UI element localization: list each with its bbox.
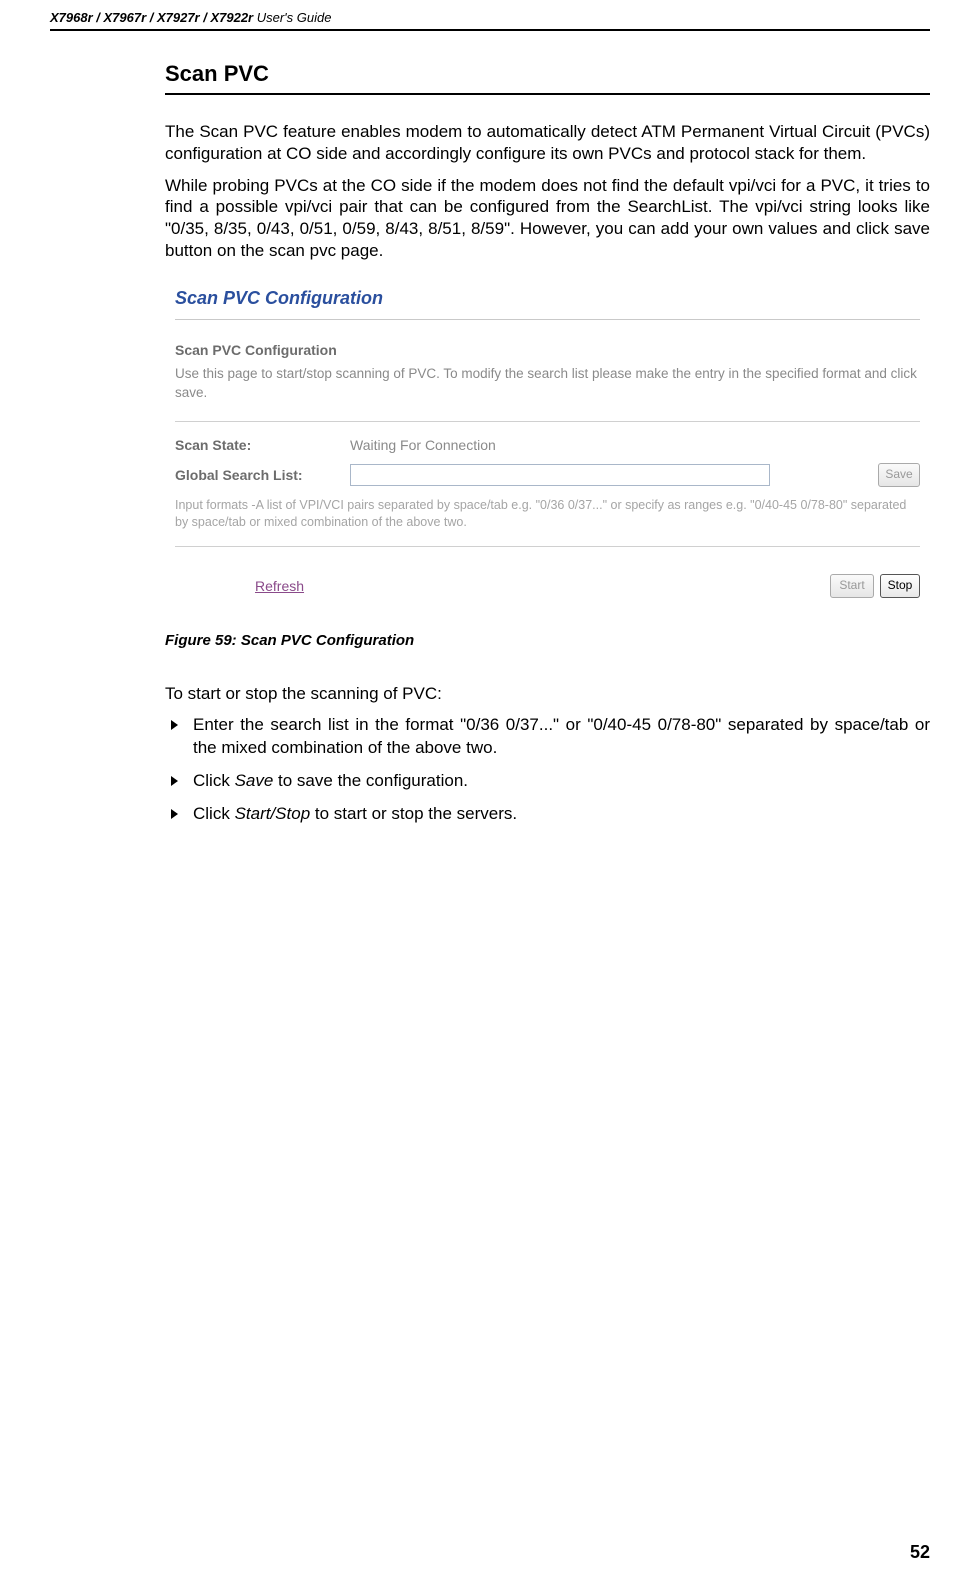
- list-item: Click Save to save the configuration.: [193, 770, 930, 793]
- header-models: X7968r / X7967r / X7927r / X7922r: [50, 10, 253, 25]
- divider: [175, 421, 920, 423]
- search-list-input[interactable]: [350, 464, 770, 486]
- list-item: Enter the search list in the format "0/3…: [193, 714, 930, 760]
- scan-state-row: Scan State: Waiting For Connection: [175, 437, 920, 453]
- save-button[interactable]: Save: [878, 463, 920, 487]
- bullet-em: Start/Stop: [235, 804, 311, 823]
- panel-description: Use this page to start/stop scanning of …: [175, 364, 920, 403]
- bullet-pre: Click: [193, 771, 235, 790]
- search-list-row: Global Search List: Save: [175, 463, 920, 487]
- bullet-em: Save: [235, 771, 274, 790]
- config-screenshot: Scan PVC Configuration Scan PVC Configur…: [165, 276, 930, 608]
- page-number: 52: [910, 1542, 930, 1563]
- bottom-bar: Refresh Start Stop: [175, 562, 920, 598]
- header-guide: User's Guide: [253, 10, 331, 25]
- section-title: Scan PVC: [165, 61, 930, 95]
- panel-subtitle: Scan PVC Configuration: [175, 342, 920, 358]
- content-area: Scan PVC The Scan PVC feature enables mo…: [165, 61, 930, 826]
- bullet-post: to start or stop the servers.: [310, 804, 517, 823]
- input-hint: Input formats -A list of VPI/VCI pairs s…: [175, 497, 920, 532]
- scan-state-label: Scan State:: [175, 437, 350, 453]
- instruction-intro: To start or stop the scanning of PVC:: [165, 683, 930, 705]
- stop-button[interactable]: Stop: [880, 574, 920, 598]
- bullet-post: to save the configuration.: [273, 771, 468, 790]
- panel-title: Scan PVC Configuration: [175, 282, 920, 320]
- search-list-label: Global Search List:: [175, 467, 350, 483]
- paragraph-1: The Scan PVC feature enables modem to au…: [165, 121, 930, 165]
- divider-2: [175, 546, 920, 548]
- instruction-list: Enter the search list in the format "0/3…: [165, 714, 930, 826]
- page: X7968r / X7967r / X7927r / X7922r User's…: [0, 0, 980, 1583]
- refresh-link[interactable]: Refresh: [255, 578, 304, 594]
- start-button[interactable]: Start: [830, 574, 874, 598]
- scan-state-value: Waiting For Connection: [350, 437, 496, 453]
- list-item: Click Start/Stop to start or stop the se…: [193, 803, 930, 826]
- bullet-text: Enter the search list in the format "0/3…: [193, 715, 930, 757]
- page-header: X7968r / X7967r / X7927r / X7922r User's…: [50, 10, 930, 31]
- bullet-pre: Click: [193, 804, 235, 823]
- paragraph-2: While probing PVCs at the CO side if the…: [165, 175, 930, 262]
- figure-caption: Figure 59: Scan PVC Configuration: [165, 632, 930, 649]
